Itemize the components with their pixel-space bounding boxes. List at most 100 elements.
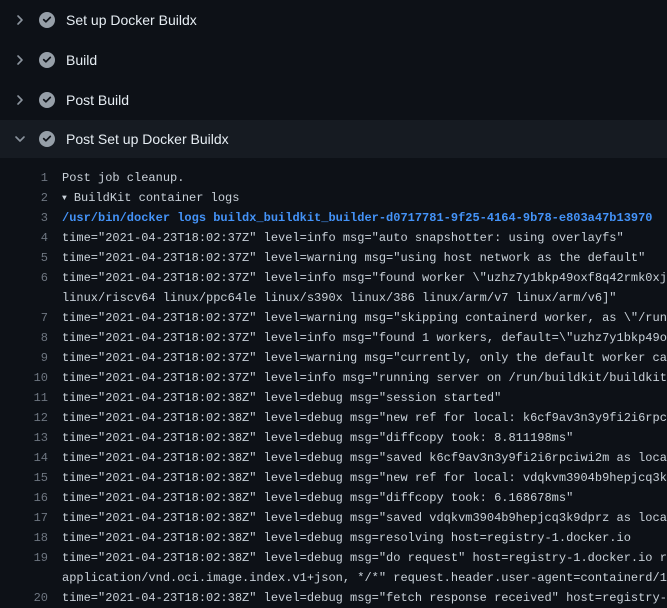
step-title: Build xyxy=(66,52,97,68)
log-line-content: time="2021-04-23T18:02:37Z" level=info m… xyxy=(62,371,667,385)
log-line-content: time="2021-04-23T18:02:38Z" level=debug … xyxy=(62,511,667,525)
log-line: 16 time="2021-04-23T18:02:38Z" level=deb… xyxy=(0,488,667,508)
log-line-text: Post job cleanup. xyxy=(48,168,184,188)
log-line-text: time="2021-04-23T18:02:38Z" level=debug … xyxy=(48,408,667,428)
log-line: 20 time="2021-04-23T18:02:38Z" level=deb… xyxy=(0,588,667,608)
log-line-number[interactable]: 12 xyxy=(0,408,48,428)
log-line-number[interactable]: 18 xyxy=(0,528,48,548)
log-line: 11 time="2021-04-23T18:02:38Z" level=deb… xyxy=(0,388,667,408)
check-circle-icon xyxy=(39,12,55,28)
log-line-content: /usr/bin/docker logs buildx_buildkit_bui… xyxy=(62,211,653,225)
step-post-build[interactable]: Post Build xyxy=(0,80,667,120)
check-circle-icon xyxy=(39,92,55,108)
log-line-text: time="2021-04-23T18:02:38Z" level=debug … xyxy=(48,548,667,568)
log-line-number[interactable]: 20 xyxy=(0,588,48,608)
log-line: 17 time="2021-04-23T18:02:38Z" level=deb… xyxy=(0,508,667,528)
log-line-content: time="2021-04-23T18:02:37Z" level=info m… xyxy=(62,231,624,245)
log-line: 1 Post job cleanup. xyxy=(0,168,667,188)
log-line-content: time="2021-04-23T18:02:37Z" level=warnin… xyxy=(62,251,645,265)
log-line: 19 time="2021-04-23T18:02:38Z" level=deb… xyxy=(0,548,667,568)
log-line-number[interactable]: 15 xyxy=(0,468,48,488)
log-line-number[interactable]: 10 xyxy=(0,368,48,388)
log-line-text: time="2021-04-23T18:02:38Z" level=debug … xyxy=(48,488,573,508)
log-line-number[interactable]: 7 xyxy=(0,308,48,328)
log-line: 5 time="2021-04-23T18:02:37Z" level=warn… xyxy=(0,248,667,268)
log-line-number[interactable]: 14 xyxy=(0,448,48,468)
log-line-text: time="2021-04-23T18:02:37Z" level=warnin… xyxy=(48,308,667,328)
log-line-number[interactable]: 1 xyxy=(0,168,48,188)
step-post-set-up-docker-buildx[interactable]: Post Set up Docker Buildx xyxy=(0,120,667,158)
log-line-content: Post job cleanup. xyxy=(62,171,184,185)
log-line: 10 time="2021-04-23T18:02:37Z" level=inf… xyxy=(0,368,667,388)
log-line-text: time="2021-04-23T18:02:38Z" level=debug … xyxy=(48,588,667,608)
log-line-content: time="2021-04-23T18:02:37Z" level=warnin… xyxy=(62,311,667,325)
log-line-text: time="2021-04-23T18:02:38Z" level=debug … xyxy=(48,448,667,468)
step-title: Post Build xyxy=(66,92,129,108)
log-line-text: time="2021-04-23T18:02:37Z" level=info m… xyxy=(48,228,624,248)
log-line-number[interactable]: 2 xyxy=(0,188,48,208)
log-line: 18 time="2021-04-23T18:02:38Z" level=deb… xyxy=(0,528,667,548)
log-line-number[interactable]: 19 xyxy=(0,548,48,568)
chevron-right-icon xyxy=(12,52,28,68)
log-line-content: time="2021-04-23T18:02:38Z" level=debug … xyxy=(62,431,573,445)
log-line: 2 ▼BuildKit container logs xyxy=(0,188,667,208)
log-line: application/vnd.oci.image.index.v1+json,… xyxy=(0,568,667,588)
log-lines: 1 Post job cleanup. 2 ▼BuildKit containe… xyxy=(0,158,667,608)
log-line: 14 time="2021-04-23T18:02:38Z" level=deb… xyxy=(0,448,667,468)
log-line-text: time="2021-04-23T18:02:38Z" level=debug … xyxy=(48,428,573,448)
log-line-number[interactable]: 6 xyxy=(0,268,48,288)
log-line-content: time="2021-04-23T18:02:38Z" level=debug … xyxy=(62,411,667,425)
log-line: 7 time="2021-04-23T18:02:37Z" level=warn… xyxy=(0,308,667,328)
log-line-text: time="2021-04-23T18:02:37Z" level=info m… xyxy=(48,368,667,388)
log-line-number[interactable] xyxy=(0,288,48,308)
log-line-number[interactable]: 4 xyxy=(0,228,48,248)
log-line-number[interactable]: 3 xyxy=(0,208,48,228)
log-line-number[interactable] xyxy=(0,568,48,588)
log-line-number[interactable]: 11 xyxy=(0,388,48,408)
group-triangle-down-icon[interactable]: ▼ xyxy=(62,189,67,208)
log-line-content: time="2021-04-23T18:02:38Z" level=debug … xyxy=(62,491,573,505)
log-line: 9 time="2021-04-23T18:02:37Z" level=warn… xyxy=(0,348,667,368)
chevron-right-icon xyxy=(12,12,28,28)
log-line-text: time="2021-04-23T18:02:38Z" level=debug … xyxy=(48,388,501,408)
log-line-number[interactable]: 13 xyxy=(0,428,48,448)
log-line-number[interactable]: 9 xyxy=(0,348,48,368)
job-steps-list: Set up Docker Buildx Build Post Build Po… xyxy=(0,0,667,158)
log-line: 8 time="2021-04-23T18:02:37Z" level=info… xyxy=(0,328,667,348)
log-line-text: time="2021-04-23T18:02:37Z" level=warnin… xyxy=(48,248,645,268)
chevron-down-icon xyxy=(12,131,28,147)
log-line: 12 time="2021-04-23T18:02:38Z" level=deb… xyxy=(0,408,667,428)
chevron-right-icon xyxy=(12,92,28,108)
check-circle-icon xyxy=(39,52,55,68)
log-line-text: linux/riscv64 linux/ppc64le linux/s390x … xyxy=(48,288,617,308)
step-build[interactable]: Build xyxy=(0,40,667,80)
log-line-number[interactable]: 17 xyxy=(0,508,48,528)
log-line-text: time="2021-04-23T18:02:38Z" level=debug … xyxy=(48,508,667,528)
log-line: 15 time="2021-04-23T18:02:38Z" level=deb… xyxy=(0,468,667,488)
log-line-content: time="2021-04-23T18:02:38Z" level=debug … xyxy=(62,531,631,545)
log-line-text: time="2021-04-23T18:02:37Z" level=info m… xyxy=(48,328,667,348)
log-line-text: application/vnd.oci.image.index.v1+json,… xyxy=(48,568,667,588)
log-line-text: /usr/bin/docker logs buildx_buildkit_bui… xyxy=(48,208,653,228)
log-line-text: time="2021-04-23T18:02:37Z" level=info m… xyxy=(48,268,667,288)
log-line-content: time="2021-04-23T18:02:38Z" level=debug … xyxy=(62,591,667,605)
log-line-number[interactable]: 16 xyxy=(0,488,48,508)
log-line-content: time="2021-04-23T18:02:37Z" level=info m… xyxy=(62,331,667,345)
log-line-text: time="2021-04-23T18:02:38Z" level=debug … xyxy=(48,468,667,488)
step-title: Set up Docker Buildx xyxy=(66,12,197,28)
log-line: 13 time="2021-04-23T18:02:38Z" level=deb… xyxy=(0,428,667,448)
log-line-content: time="2021-04-23T18:02:38Z" level=debug … xyxy=(62,451,667,465)
log-line-number[interactable]: 5 xyxy=(0,248,48,268)
log-line-content: time="2021-04-23T18:02:37Z" level=warnin… xyxy=(62,351,667,365)
log-line: 4 time="2021-04-23T18:02:37Z" level=info… xyxy=(0,228,667,248)
log-line: linux/riscv64 linux/ppc64le linux/s390x … xyxy=(0,288,667,308)
log-line-text: time="2021-04-23T18:02:37Z" level=warnin… xyxy=(48,348,667,368)
check-circle-icon xyxy=(39,131,55,147)
log-line-number[interactable]: 8 xyxy=(0,328,48,348)
log-line-content: time="2021-04-23T18:02:38Z" level=debug … xyxy=(62,471,667,485)
step-set-up-docker-buildx[interactable]: Set up Docker Buildx xyxy=(0,0,667,40)
log-line-content: linux/riscv64 linux/ppc64le linux/s390x … xyxy=(62,291,617,305)
log-line: 3 /usr/bin/docker logs buildx_buildkit_b… xyxy=(0,208,667,228)
log-line-content: time="2021-04-23T18:02:37Z" level=info m… xyxy=(62,271,667,285)
log-line-content: time="2021-04-23T18:02:38Z" level=debug … xyxy=(62,551,667,565)
